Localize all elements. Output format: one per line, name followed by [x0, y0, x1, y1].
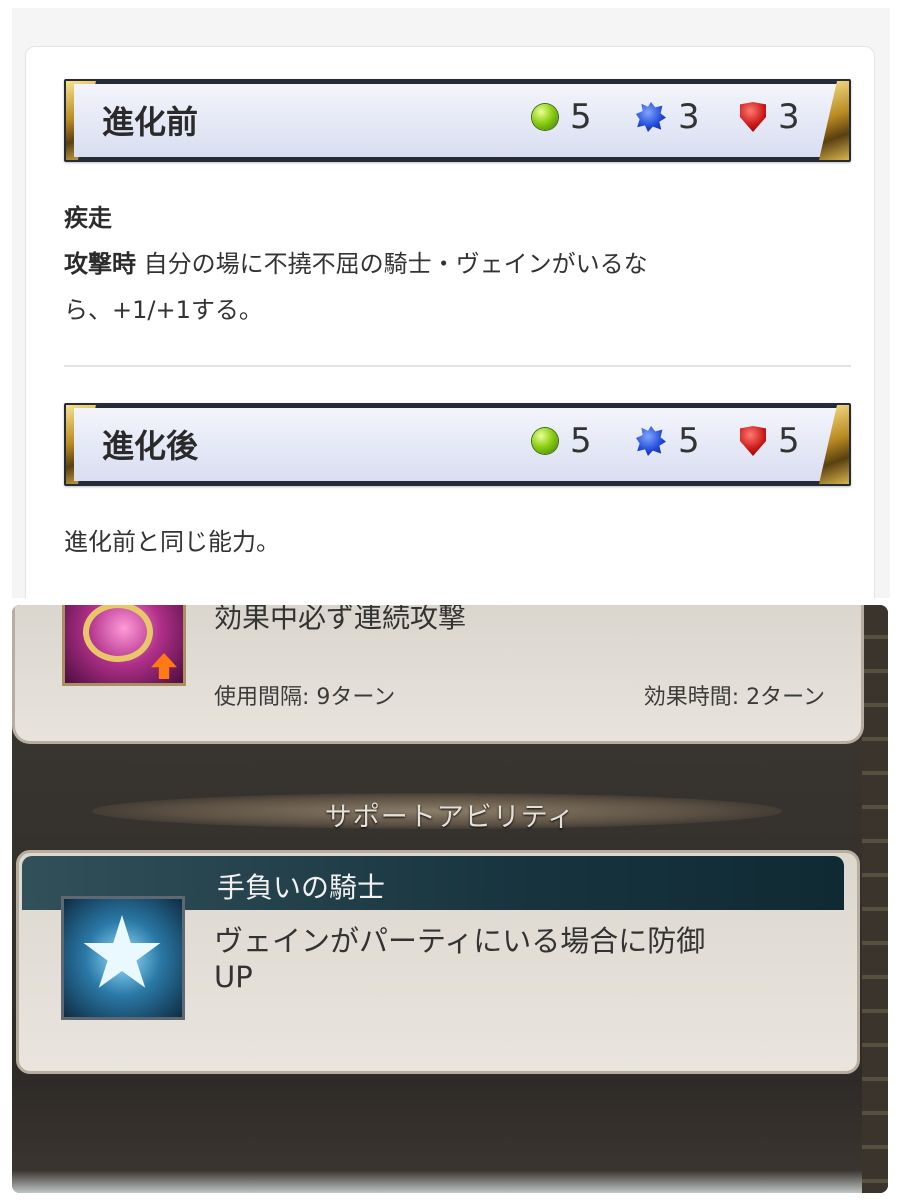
game-ability-screenshot: 効果中必ず連続攻撃 使用間隔: 9ターン 効果時間: 2ターン サポートアビリテ…: [12, 605, 888, 1193]
green-orb-icon: [532, 428, 558, 454]
after-evolution-title: 進化後: [102, 427, 199, 465]
defense-value: 3: [778, 97, 800, 137]
card-info-screenshot: 進化前 5 3 3 疾走 攻撃時 自分の場に不撓不屈の騎士・ヴェインがいるな ら…: [12, 8, 890, 598]
ability-description-line-2: UP: [214, 960, 253, 994]
after-evolution-text: 進化前と同じ能力。: [64, 528, 280, 556]
trigger-label: 攻撃時: [64, 250, 136, 278]
red-shield-icon: [740, 426, 766, 456]
effect-line-2: ら、+1/+1する。: [64, 296, 263, 324]
cost-value: 5: [570, 97, 592, 137]
attack-value: 3: [678, 97, 700, 137]
skill-interval: 使用間隔: 9ターン: [214, 685, 396, 710]
skill-panel: 効果中必ず連続攻撃 使用間隔: 9ターン 効果時間: 2ターン: [12, 605, 864, 744]
keyword-label: 疾走: [64, 204, 112, 232]
ability-description: ヴェインがパーティにいる場合に防御 UP: [214, 923, 814, 995]
card-detail-panel: 進化前 5 3 3 疾走 攻撃時 自分の場に不撓不屈の騎士・ヴェインがいるな ら…: [25, 46, 875, 598]
support-ability-header: サポートアビリティ: [324, 802, 576, 833]
after-evolution-header: 進化後 5 5 5: [64, 403, 851, 486]
attack-value: 5: [678, 421, 700, 461]
ability-description-line-1: ヴェインがパーティにいる場合に防御: [214, 924, 706, 958]
attack-stat: 5: [636, 421, 700, 461]
green-orb-icon: [532, 104, 558, 130]
before-evolution-header: 進化前 5 3 3: [64, 79, 851, 162]
blue-crystal-icon: [636, 426, 666, 456]
blue-crystal-icon: [636, 102, 666, 132]
support-ability-panel[interactable]: 手負いの騎士 ヴェインがパーティにいる場合に防御 UP: [16, 850, 860, 1074]
star-icon: [61, 896, 185, 1020]
ability-title: 手負いの騎士: [217, 871, 386, 904]
ornate-side-border: [862, 605, 888, 1193]
before-evolution-title: 進化前: [102, 103, 199, 141]
cost-value: 5: [570, 421, 592, 461]
cost-stat: 5: [532, 97, 592, 137]
skill-duration: 効果時間: 2ターン: [643, 685, 825, 710]
attack-stat: 3: [636, 97, 700, 137]
up-arrow-icon: [151, 653, 177, 679]
red-shield-icon: [740, 102, 766, 132]
defense-value: 5: [778, 421, 800, 461]
bottom-strip: [12, 1080, 862, 1193]
before-evolution-text: 疾走 攻撃時 自分の場に不撓不屈の騎士・ヴェインがいるな ら、+1/+1する。: [64, 195, 834, 333]
defense-stat: 5: [740, 421, 800, 461]
purple-gem-ring-icon: [62, 605, 186, 686]
effect-line-1: 自分の場に不撓不屈の騎士・ヴェインがいるな: [143, 250, 648, 278]
skill-description: 効果中必ず連続攻撃: [214, 605, 467, 634]
defense-stat: 3: [740, 97, 800, 137]
cost-stat: 5: [532, 421, 592, 461]
section-divider: [64, 365, 851, 367]
